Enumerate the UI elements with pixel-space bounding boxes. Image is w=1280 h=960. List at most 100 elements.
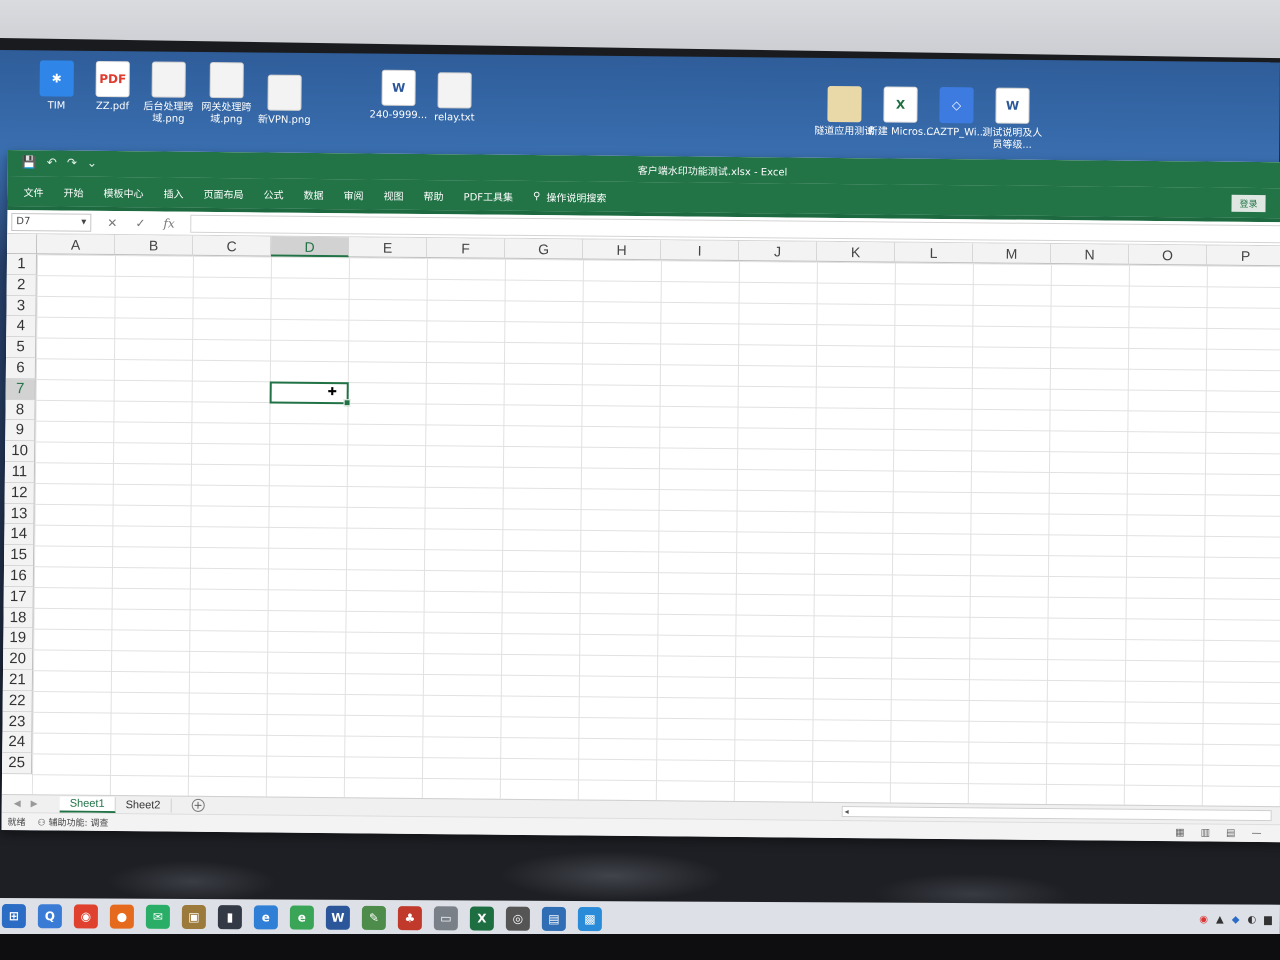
firefox-icon[interactable]: ●: [109, 904, 134, 929]
row-header-11[interactable]: 11: [4, 461, 36, 484]
row-header-9[interactable]: 9: [5, 420, 36, 442]
row-header-21[interactable]: 21: [2, 669, 34, 691]
security-tray-icon[interactable]: ◉: [1199, 914, 1208, 925]
tab-home[interactable]: 开始: [64, 184, 84, 199]
row-header-15[interactable]: 15: [4, 545, 35, 567]
remote-desktop-icon[interactable]: ▭: [433, 906, 458, 931]
column-header-i[interactable]: I: [660, 240, 740, 262]
save-icon[interactable]: 💾: [22, 155, 37, 169]
column-header-p[interactable]: P: [1206, 245, 1280, 267]
notepad-icon[interactable]: ✎: [361, 905, 386, 931]
tab-page-layout[interactable]: 页面布局: [204, 185, 244, 200]
shield-tray-icon[interactable]: ◆: [1232, 914, 1240, 925]
column-header-l[interactable]: L: [894, 242, 974, 264]
tab-template-center[interactable]: 模板中心: [104, 184, 144, 199]
cell-grid[interactable]: [31, 254, 1280, 807]
desktop-icon-top-6[interactable]: relay.txt: [421, 72, 487, 125]
row-header-1[interactable]: 1: [6, 253, 38, 276]
row-header-18[interactable]: 18: [3, 607, 34, 629]
undo-icon[interactable]: ↶: [47, 155, 57, 169]
tab-formulas[interactable]: 公式: [264, 186, 284, 201]
column-header-k[interactable]: K: [816, 241, 896, 263]
chevron-down-icon[interactable]: ▾: [81, 217, 86, 228]
row-header-13[interactable]: 13: [4, 503, 35, 525]
row-header-17[interactable]: 17: [3, 586, 34, 608]
network-tray-icon[interactable]: ▲: [1216, 914, 1224, 925]
normal-view-icon[interactable]: ▦: [1175, 827, 1185, 838]
row-header-25[interactable]: 25: [2, 753, 33, 775]
row-header-7[interactable]: 7: [5, 378, 36, 400]
name-box[interactable]: D7 ▾: [11, 212, 92, 232]
insert-function-icon[interactable]: fx: [163, 216, 174, 230]
chrome-icon[interactable]: ◉: [73, 904, 98, 929]
tab-data[interactable]: 数据: [304, 186, 324, 201]
accessibility-status[interactable]: ⚇ 辅助功能: 调查: [38, 815, 109, 829]
row-header-22[interactable]: 22: [2, 690, 33, 712]
qq-search-icon[interactable]: Q: [37, 904, 62, 929]
terminal-icon[interactable]: ▮: [217, 905, 242, 930]
notification-icon[interactable]: ▆: [1264, 915, 1272, 926]
photos-icon[interactable]: ▩: [577, 907, 602, 932]
enter-icon[interactable]: ✓: [135, 216, 145, 230]
excel-window[interactable]: 💾 ↶ ↷ ⌄ 客户端水印功能测试.xlsx - Excel 文件 开始 模板中…: [1, 150, 1280, 843]
desktop-icon-top-3[interactable]: 网关处理跨域.png: [193, 62, 260, 127]
row-header-23[interactable]: 23: [2, 711, 33, 733]
volume-tray-icon[interactable]: ◐: [1247, 915, 1256, 926]
ie-icon[interactable]: e: [289, 905, 314, 930]
tab-pdf-tools[interactable]: PDF工具集: [464, 188, 514, 203]
row-header-14[interactable]: 14: [4, 524, 35, 546]
row-header-3[interactable]: 3: [6, 295, 37, 317]
tab-help[interactable]: 帮助: [424, 187, 444, 202]
start-icon[interactable]: ⊞: [1, 904, 26, 929]
window-icon[interactable]: ▤: [541, 906, 566, 931]
tab-review[interactable]: 审阅: [344, 187, 364, 202]
column-header-h[interactable]: H: [582, 239, 662, 261]
column-header-a[interactable]: A: [37, 234, 116, 256]
excel-icon[interactable]: X: [469, 906, 494, 931]
tab-insert[interactable]: 插入: [164, 185, 184, 200]
column-header-g[interactable]: G: [504, 238, 584, 260]
column-header-f[interactable]: F: [426, 238, 506, 259]
page-break-view-icon[interactable]: ▤: [1226, 828, 1236, 839]
desktop-icon-top-2[interactable]: 后台处理跨域.png: [135, 61, 202, 126]
row-header-10[interactable]: 10: [5, 441, 36, 463]
select-all-button[interactable]: [7, 233, 38, 255]
app-icon[interactable]: ♣: [397, 906, 422, 931]
desktop-icon-top-4[interactable]: 新VPN.png: [251, 74, 317, 127]
tab-view[interactable]: 视图: [384, 187, 404, 202]
wechat-icon[interactable]: ✉: [145, 904, 170, 929]
column-header-d[interactable]: D: [270, 236, 350, 258]
page-layout-view-icon[interactable]: ▥: [1201, 827, 1211, 838]
row-header-19[interactable]: 19: [3, 628, 34, 650]
column-header-c[interactable]: C: [192, 235, 272, 257]
edge-icon[interactable]: e: [253, 905, 278, 930]
next-sheet-icon[interactable]: ▶: [31, 799, 38, 809]
prev-sheet-icon[interactable]: ◀: [14, 799, 21, 809]
browser-icon[interactable]: ◎: [505, 906, 530, 931]
file-manager-icon[interactable]: ▣: [181, 904, 206, 930]
tell-me-search[interactable]: ⚲ 操作说明搜索: [533, 189, 606, 205]
zoom-slider[interactable]: —: [1251, 828, 1261, 839]
sign-in-button[interactable]: 登录: [1231, 194, 1266, 213]
desktop-icon-right-3[interactable]: W 测试说明及人员等级...: [979, 87, 1046, 152]
tab-file[interactable]: 文件: [24, 184, 44, 199]
horizontal-scrollbar[interactable]: ◂: [841, 806, 1272, 822]
row-header-24[interactable]: 24: [2, 732, 33, 754]
row-header-8[interactable]: 8: [5, 399, 36, 421]
column-header-o[interactable]: O: [1128, 244, 1208, 266]
column-header-j[interactable]: J: [738, 241, 818, 262]
row-header-2[interactable]: 2: [6, 274, 37, 296]
customize-qat-icon[interactable]: ⌄: [87, 156, 97, 170]
redo-icon[interactable]: ↷: [67, 156, 77, 170]
word-icon[interactable]: W: [325, 905, 350, 930]
sheet-tab-sheet2[interactable]: Sheet2: [115, 797, 172, 813]
row-header-12[interactable]: 12: [4, 482, 35, 504]
row-header-20[interactable]: 20: [3, 649, 34, 671]
cancel-icon[interactable]: ✕: [107, 215, 117, 229]
row-header-6[interactable]: 6: [5, 357, 37, 380]
row-header-5[interactable]: 5: [6, 337, 37, 359]
column-header-n[interactable]: N: [1050, 244, 1130, 265]
sheet-tab-sheet1[interactable]: Sheet1: [59, 796, 116, 813]
row-header-4[interactable]: 4: [6, 316, 37, 338]
column-header-m[interactable]: M: [972, 243, 1052, 265]
